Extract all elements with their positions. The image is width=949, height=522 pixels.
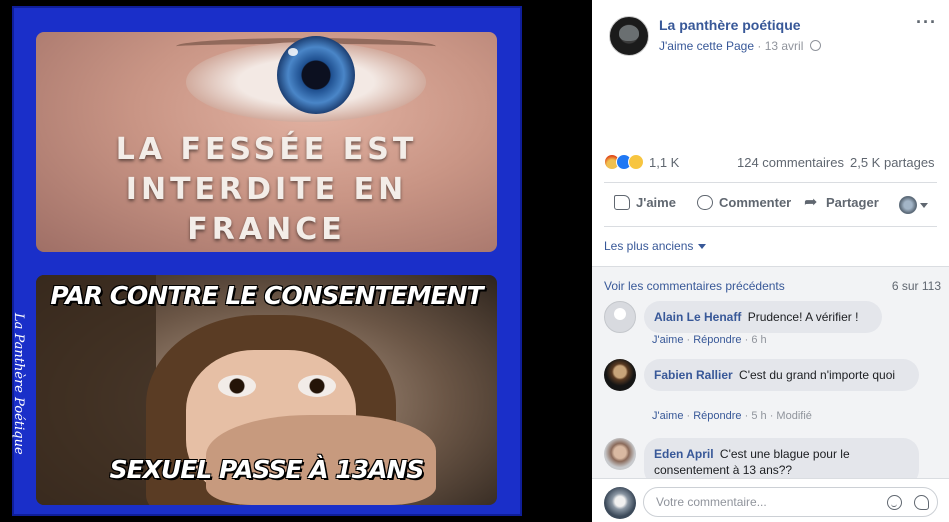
comment-author-link[interactable]: Fabien Rallier — [654, 368, 733, 382]
meta-separator: · — [757, 39, 762, 53]
comment-like-link[interactable]: J'aime — [652, 334, 683, 346]
commenter-avatar[interactable] — [604, 359, 636, 391]
emoji-icon[interactable] — [887, 495, 902, 510]
post-date[interactable]: 13 avril — [765, 39, 804, 53]
share-arrow-icon — [804, 192, 820, 212]
speech-bubble-icon — [697, 195, 713, 210]
meme-image[interactable]: LA FESSÉE EST INTERDITE EN FRANCE PAR CO… — [11, 6, 522, 516]
blue-iris-shape — [277, 36, 355, 114]
reactions-summary: 1,1 K 124 commentaires 2,5 K partages — [604, 150, 944, 174]
page-avatar[interactable] — [609, 16, 649, 56]
comment-time[interactable]: 6 h — [751, 334, 766, 346]
commenter-avatar[interactable] — [604, 301, 636, 333]
comment-button[interactable]: Commenter — [697, 195, 791, 210]
share-button[interactable]: Partager — [804, 192, 879, 212]
thumbs-up-icon — [614, 195, 630, 210]
bottom-caption-bottom: SEXUEL PASSE À 13ANS — [109, 455, 425, 484]
like-button-label: J'aime — [636, 195, 676, 210]
comment-bubble: Fabien Rallier C'est du grand n'importe … — [644, 359, 919, 391]
like-page-link[interactable]: J'aime cette Page — [659, 39, 754, 53]
comment-text: Prudence! A vérifier ! — [747, 310, 859, 324]
top-caption-line-1: LA FESSÉE EST — [115, 132, 418, 167]
comment-text: C'est du grand n'importe quoi — [739, 368, 896, 382]
sticker-icon[interactable] — [914, 495, 929, 510]
page-name-link[interactable]: La panthère poétique — [659, 17, 801, 33]
post-panel: La panthère poétique J'aime cette Page ·… — [592, 0, 949, 522]
post-actions: J'aime Commenter Partager — [604, 190, 944, 220]
profile-avatar-icon — [899, 196, 917, 214]
comment-edited-label[interactable]: Modifié — [776, 410, 811, 422]
top-caption-line-2: INTERDITE EN — [125, 172, 408, 207]
view-previous-comments-link[interactable]: Voir les commentaires précédents — [604, 279, 785, 293]
divider — [604, 182, 937, 183]
sort-label: Les plus anciens — [604, 239, 694, 253]
bottom-caption-top: PAR CONTRE LE CONSENTEMENT — [50, 281, 483, 310]
share-button-label: Partager — [826, 195, 879, 210]
comment-author-link[interactable]: Eden April — [654, 447, 714, 461]
post-image-area[interactable]: LA FESSÉE EST INTERDITE EN FRANCE PAR CO… — [0, 0, 592, 522]
reaction-as-selector[interactable] — [899, 196, 928, 214]
eye-glint-shape — [288, 48, 298, 56]
comment-composer — [592, 478, 949, 522]
comment-sort-dropdown[interactable]: Les plus anciens — [604, 239, 707, 253]
comment-time[interactable]: 5 h — [751, 410, 766, 422]
shares-count-link[interactable]: 2,5 K partages — [850, 155, 935, 170]
child-photo-panel: PAR CONTRE LE CONSENTEMENT SEXUEL PASSE … — [36, 275, 497, 505]
comment-actions: J'aime · Répondre · 6 h — [652, 334, 767, 346]
more-options-button[interactable]: ··· — [916, 12, 937, 33]
comment-like-link[interactable]: J'aime — [652, 410, 683, 422]
reaction-count[interactable]: 1,1 K — [649, 155, 679, 170]
sad-icon[interactable] — [628, 154, 644, 170]
comment-actions: J'aime · Répondre · 5 h · Modifié — [652, 410, 812, 422]
comment-bubble: Alain Le Henaff Prudence! A vérifier ! — [644, 301, 882, 333]
comment-reply-link[interactable]: Répondre — [693, 410, 741, 422]
eye-photo-panel: LA FESSÉE EST INTERDITE EN FRANCE — [36, 32, 497, 252]
comment-counter: 6 sur 113 — [891, 279, 941, 293]
caret-down-icon — [920, 202, 928, 208]
globe-icon — [809, 40, 821, 51]
caret-down-icon — [698, 243, 707, 249]
comment-button-label: Commenter — [719, 195, 792, 210]
left-eye-shape — [218, 375, 256, 397]
divider — [604, 226, 937, 227]
top-caption-line-3: FRANCE — [187, 212, 346, 247]
comments-count-link[interactable]: 124 commentaires — [737, 155, 844, 170]
post-meta: J'aime cette Page · 13 avril — [659, 39, 821, 53]
right-eye-shape — [298, 375, 336, 397]
current-user-avatar — [604, 487, 636, 519]
comment-author-link[interactable]: Alain Le Henaff — [654, 310, 741, 324]
commenter-avatar[interactable] — [604, 438, 636, 470]
comment-reply-link[interactable]: Répondre — [693, 334, 741, 346]
watermark: La Panthère Poétique — [11, 313, 26, 455]
like-button[interactable]: J'aime — [614, 195, 676, 210]
